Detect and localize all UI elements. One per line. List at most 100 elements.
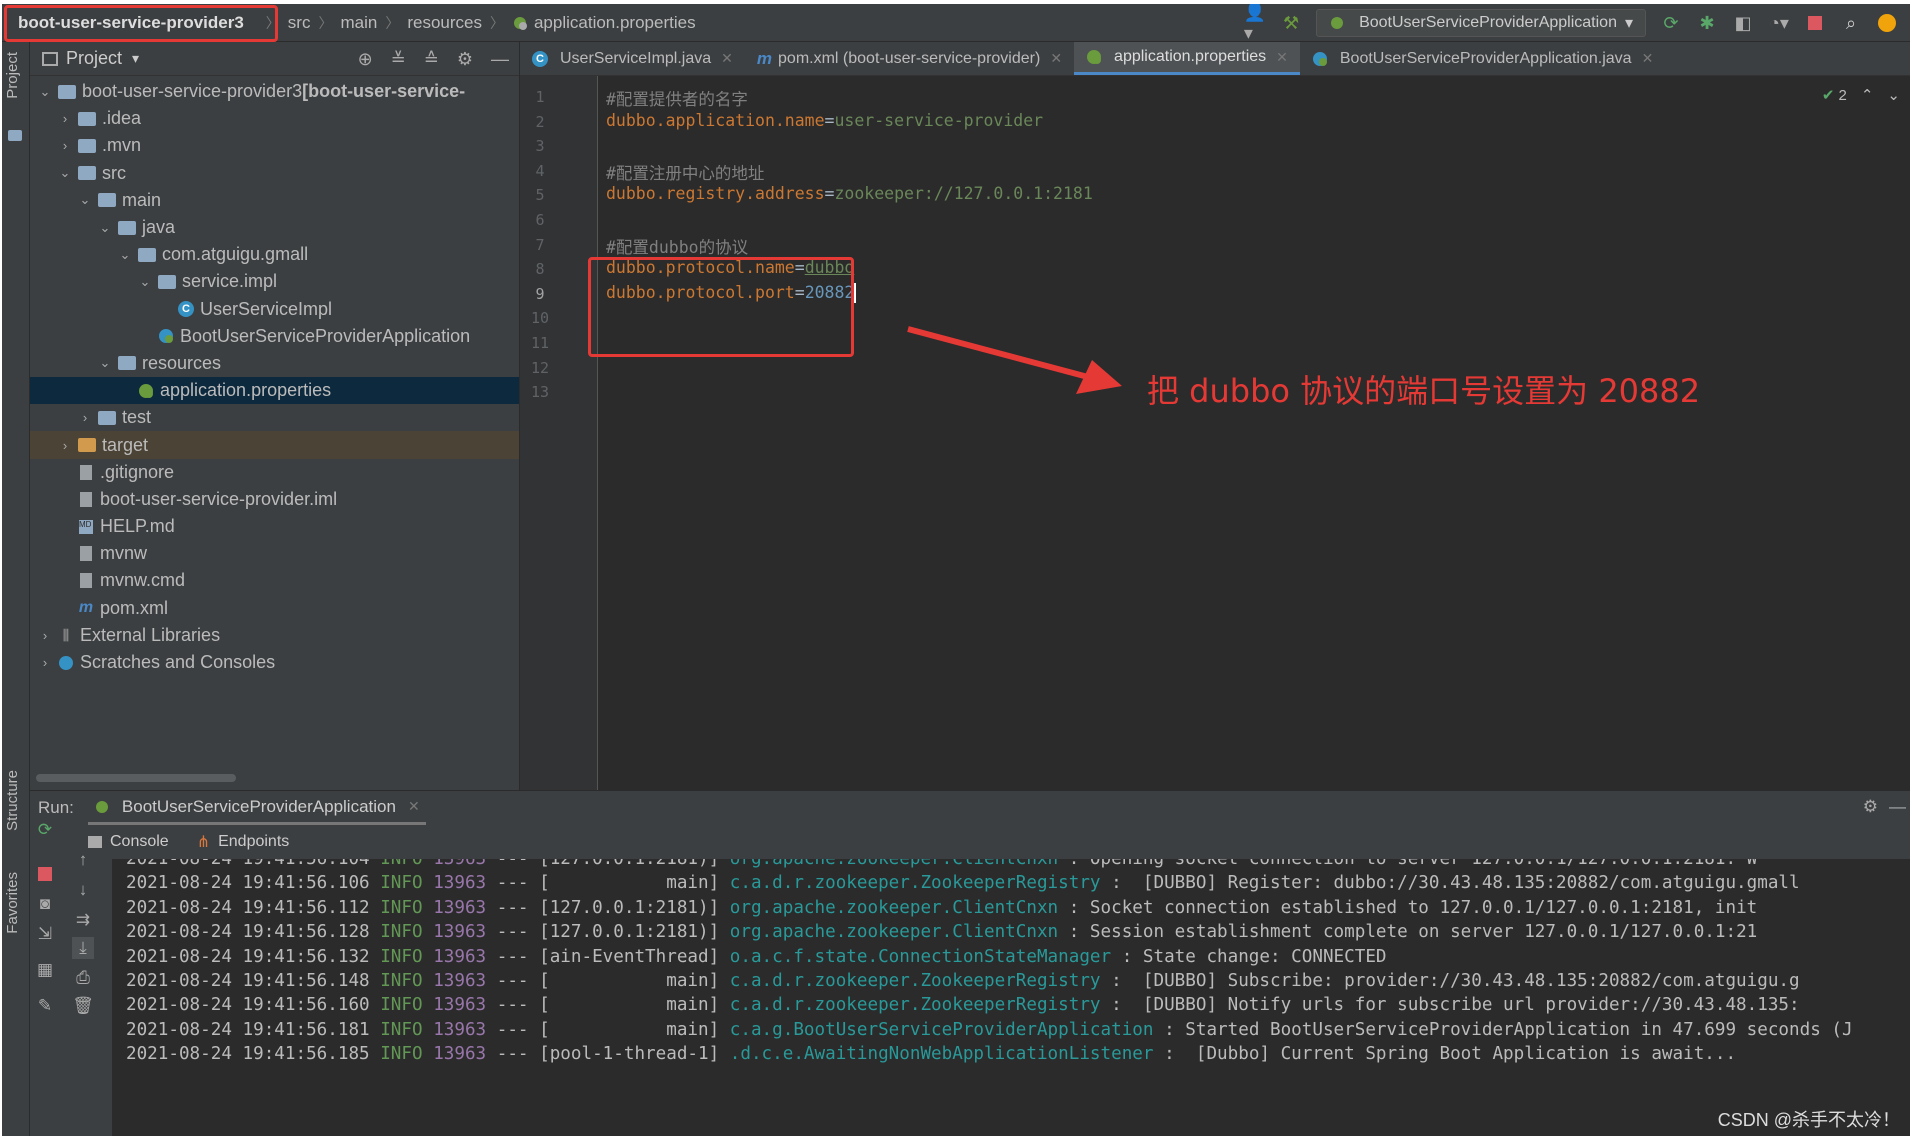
tree-item[interactable]: mvnw bbox=[30, 540, 519, 567]
tree-item[interactable]: m pom.xml bbox=[30, 595, 519, 622]
project-panel-title[interactable]: Project bbox=[66, 48, 122, 69]
tree-item[interactable]: ⌄ src bbox=[30, 160, 519, 187]
gear-icon[interactable]: ⚙ bbox=[1863, 797, 1878, 817]
tree-item[interactable]: ⌄ com.atguigu.gmall bbox=[30, 241, 519, 268]
breadcrumb-file[interactable]: application.properties bbox=[534, 13, 696, 33]
tree-item[interactable]: › test bbox=[30, 404, 519, 431]
tree-item[interactable]: › Scratches and Consoles bbox=[30, 649, 519, 676]
chevron-down-icon[interactable]: ⌄ bbox=[78, 192, 92, 208]
tree-item[interactable]: ⌄ resources bbox=[30, 350, 519, 377]
breadcrumb-main[interactable]: main bbox=[340, 13, 377, 33]
chevron-down-icon[interactable]: ⌄ bbox=[58, 165, 72, 181]
log-pid: 13963 bbox=[433, 873, 487, 894]
coverage-icon[interactable]: ◧ bbox=[1732, 12, 1754, 34]
chevron-right-icon[interactable]: › bbox=[38, 628, 52, 643]
breadcrumb-root[interactable]: boot-user-service-provider3 bbox=[2, 4, 258, 42]
log-thread: --- [127.0.0.1:2181)] bbox=[486, 859, 730, 869]
minimize-icon[interactable]: — bbox=[1889, 797, 1906, 817]
chevron-right-icon[interactable]: › bbox=[58, 111, 72, 126]
console-output[interactable]: 2021-08-24 19:41:56.104 INFO 13963 --- [… bbox=[112, 859, 1910, 1136]
console-line: 2021-08-24 19:41:56.181 INFO 13963 --- [… bbox=[126, 1020, 1853, 1040]
log-timestamp: 2021-08-24 19:41:56.112 bbox=[126, 897, 381, 918]
dropdown-arrow-icon[interactable]: ▾ bbox=[132, 50, 139, 67]
console-line: 2021-08-24 19:41:56.112 INFO 13963 --- [… bbox=[126, 898, 1757, 918]
tree-item[interactable]: boot-user-service-provider.iml bbox=[30, 486, 519, 513]
log-level: INFO bbox=[380, 1019, 434, 1040]
chevron-down-icon[interactable]: ⌄ bbox=[98, 220, 112, 236]
stop-icon[interactable] bbox=[34, 863, 56, 885]
expand-all-icon[interactable]: ≚ bbox=[391, 49, 406, 70]
chevron-right-icon[interactable]: › bbox=[38, 655, 52, 670]
breadcrumb-resources[interactable]: resources bbox=[407, 13, 482, 33]
tree-item[interactable]: ⌄ boot-user-service-provider3 [boot-user-… bbox=[30, 78, 519, 105]
chevron-down-icon[interactable]: ⌄ bbox=[38, 84, 52, 100]
package-icon bbox=[138, 247, 156, 262]
layout-icon[interactable]: ▦ bbox=[34, 959, 56, 981]
locate-icon[interactable]: ⊕ bbox=[358, 49, 373, 70]
scroll-to-end-icon[interactable]: ⤓ bbox=[72, 937, 94, 959]
gear-icon[interactable]: ⚙ bbox=[457, 49, 473, 70]
search-icon[interactable]: ⌕ bbox=[1840, 12, 1862, 34]
run-config-tab[interactable]: BootUserServiceProviderApplication ✕ bbox=[87, 791, 426, 825]
chevron-down-icon[interactable]: ⌄ bbox=[138, 274, 152, 290]
stop-icon[interactable] bbox=[1804, 12, 1826, 34]
tree-item[interactable]: › .idea bbox=[30, 105, 519, 132]
favorites-tool-tab[interactable]: Favorites bbox=[4, 872, 21, 934]
arrow-up-icon[interactable]: ↑ bbox=[72, 849, 94, 871]
project-panel: Project ▾ ⊕ ≚ ≙ ⚙ — ⌄ boot-user-service-p… bbox=[30, 42, 520, 790]
tree-item[interactable]: BootUserServiceProviderApplication bbox=[30, 323, 519, 350]
tree-item[interactable]: C UserServiceImpl bbox=[30, 296, 519, 323]
tree-item[interactable]: mvnw.cmd bbox=[30, 567, 519, 594]
tree-item[interactable]: › target bbox=[30, 431, 519, 459]
module-folder-icon bbox=[58, 84, 76, 99]
horizontal-scrollbar[interactable] bbox=[36, 774, 236, 782]
chevron-down-icon[interactable]: ⌄ bbox=[118, 247, 132, 263]
debug-icon[interactable]: ✱ bbox=[1696, 12, 1718, 34]
tree-item[interactable]: › ⫼ External Libraries bbox=[30, 622, 519, 649]
chevron-right-icon[interactable]: › bbox=[78, 410, 92, 425]
breadcrumb-src[interactable]: src bbox=[288, 13, 311, 33]
soft-wrap-icon[interactable]: ⇉ bbox=[72, 909, 94, 931]
tab-endpoints[interactable]: ⋔ Endpoints bbox=[197, 832, 290, 852]
minimize-icon[interactable]: — bbox=[491, 49, 509, 70]
rerun-icon[interactable]: ⟳ bbox=[1660, 12, 1682, 34]
arrow-down-icon[interactable]: ↓ bbox=[72, 879, 94, 901]
exit-icon[interactable]: ⇲ bbox=[34, 923, 56, 945]
log-thread: --- [ main] bbox=[486, 873, 730, 894]
log-timestamp: 2021-08-24 19:41:56.181 bbox=[126, 1019, 381, 1040]
chevron-right-icon[interactable]: › bbox=[58, 438, 72, 453]
pin-icon[interactable]: ✎ bbox=[34, 995, 56, 1017]
print-icon[interactable]: ⎙ bbox=[72, 967, 94, 989]
log-level: INFO bbox=[380, 859, 434, 869]
tree-item-label: target bbox=[102, 434, 149, 455]
chevron-down-icon[interactable]: ⌄ bbox=[98, 355, 112, 371]
log-logger: o.a.c.f.state.ConnectionStateManager bbox=[729, 946, 1112, 967]
folder-icon bbox=[78, 111, 96, 126]
tree-item[interactable]: application.properties bbox=[30, 377, 519, 405]
tree-item[interactable]: ⌄ service.impl bbox=[30, 268, 519, 295]
log-pid: 13963 bbox=[433, 946, 487, 967]
breadcrumb: boot-user-service-provider3 〉 src 〉 main… bbox=[2, 4, 696, 42]
update-icon[interactable] bbox=[1876, 12, 1898, 34]
left-tool-strip: Project Structure Favorites bbox=[2, 42, 30, 1136]
collapse-all-icon[interactable]: ≙ bbox=[424, 49, 439, 70]
tree-item[interactable]: ⌄ main bbox=[30, 187, 519, 214]
build-hammer-icon[interactable]: ⚒ bbox=[1280, 12, 1302, 34]
run-configuration-select[interactable]: BootUserServiceProviderApplication ▾ bbox=[1316, 9, 1646, 37]
rerun-icon[interactable]: ⟳ bbox=[34, 819, 56, 841]
log-message: : [DUBBO] Notify urls for subscribe url … bbox=[1100, 995, 1800, 1016]
chevron-right-icon[interactable]: › bbox=[58, 138, 72, 153]
project-tool-tab[interactable]: Project bbox=[4, 52, 21, 99]
tree-item[interactable]: ⌄ java bbox=[30, 214, 519, 241]
structure-tool-tab[interactable]: Structure bbox=[4, 770, 21, 831]
vcs-user-icon[interactable]: 👤▾ bbox=[1244, 4, 1266, 43]
log-timestamp: 2021-08-24 19:41:56.132 bbox=[126, 946, 381, 967]
project-view-icon bbox=[42, 51, 58, 66]
close-icon[interactable]: ✕ bbox=[408, 798, 420, 815]
tree-item[interactable]: › .mvn bbox=[30, 132, 519, 159]
tree-item[interactable]: .gitignore bbox=[30, 459, 519, 486]
tree-item[interactable]: MD HELP.md bbox=[30, 513, 519, 540]
profiler-icon[interactable]: ◔▾ bbox=[1768, 12, 1790, 34]
trash-icon[interactable]: 🗑 bbox=[72, 995, 94, 1017]
camera-icon[interactable]: ◙ bbox=[34, 893, 56, 915]
